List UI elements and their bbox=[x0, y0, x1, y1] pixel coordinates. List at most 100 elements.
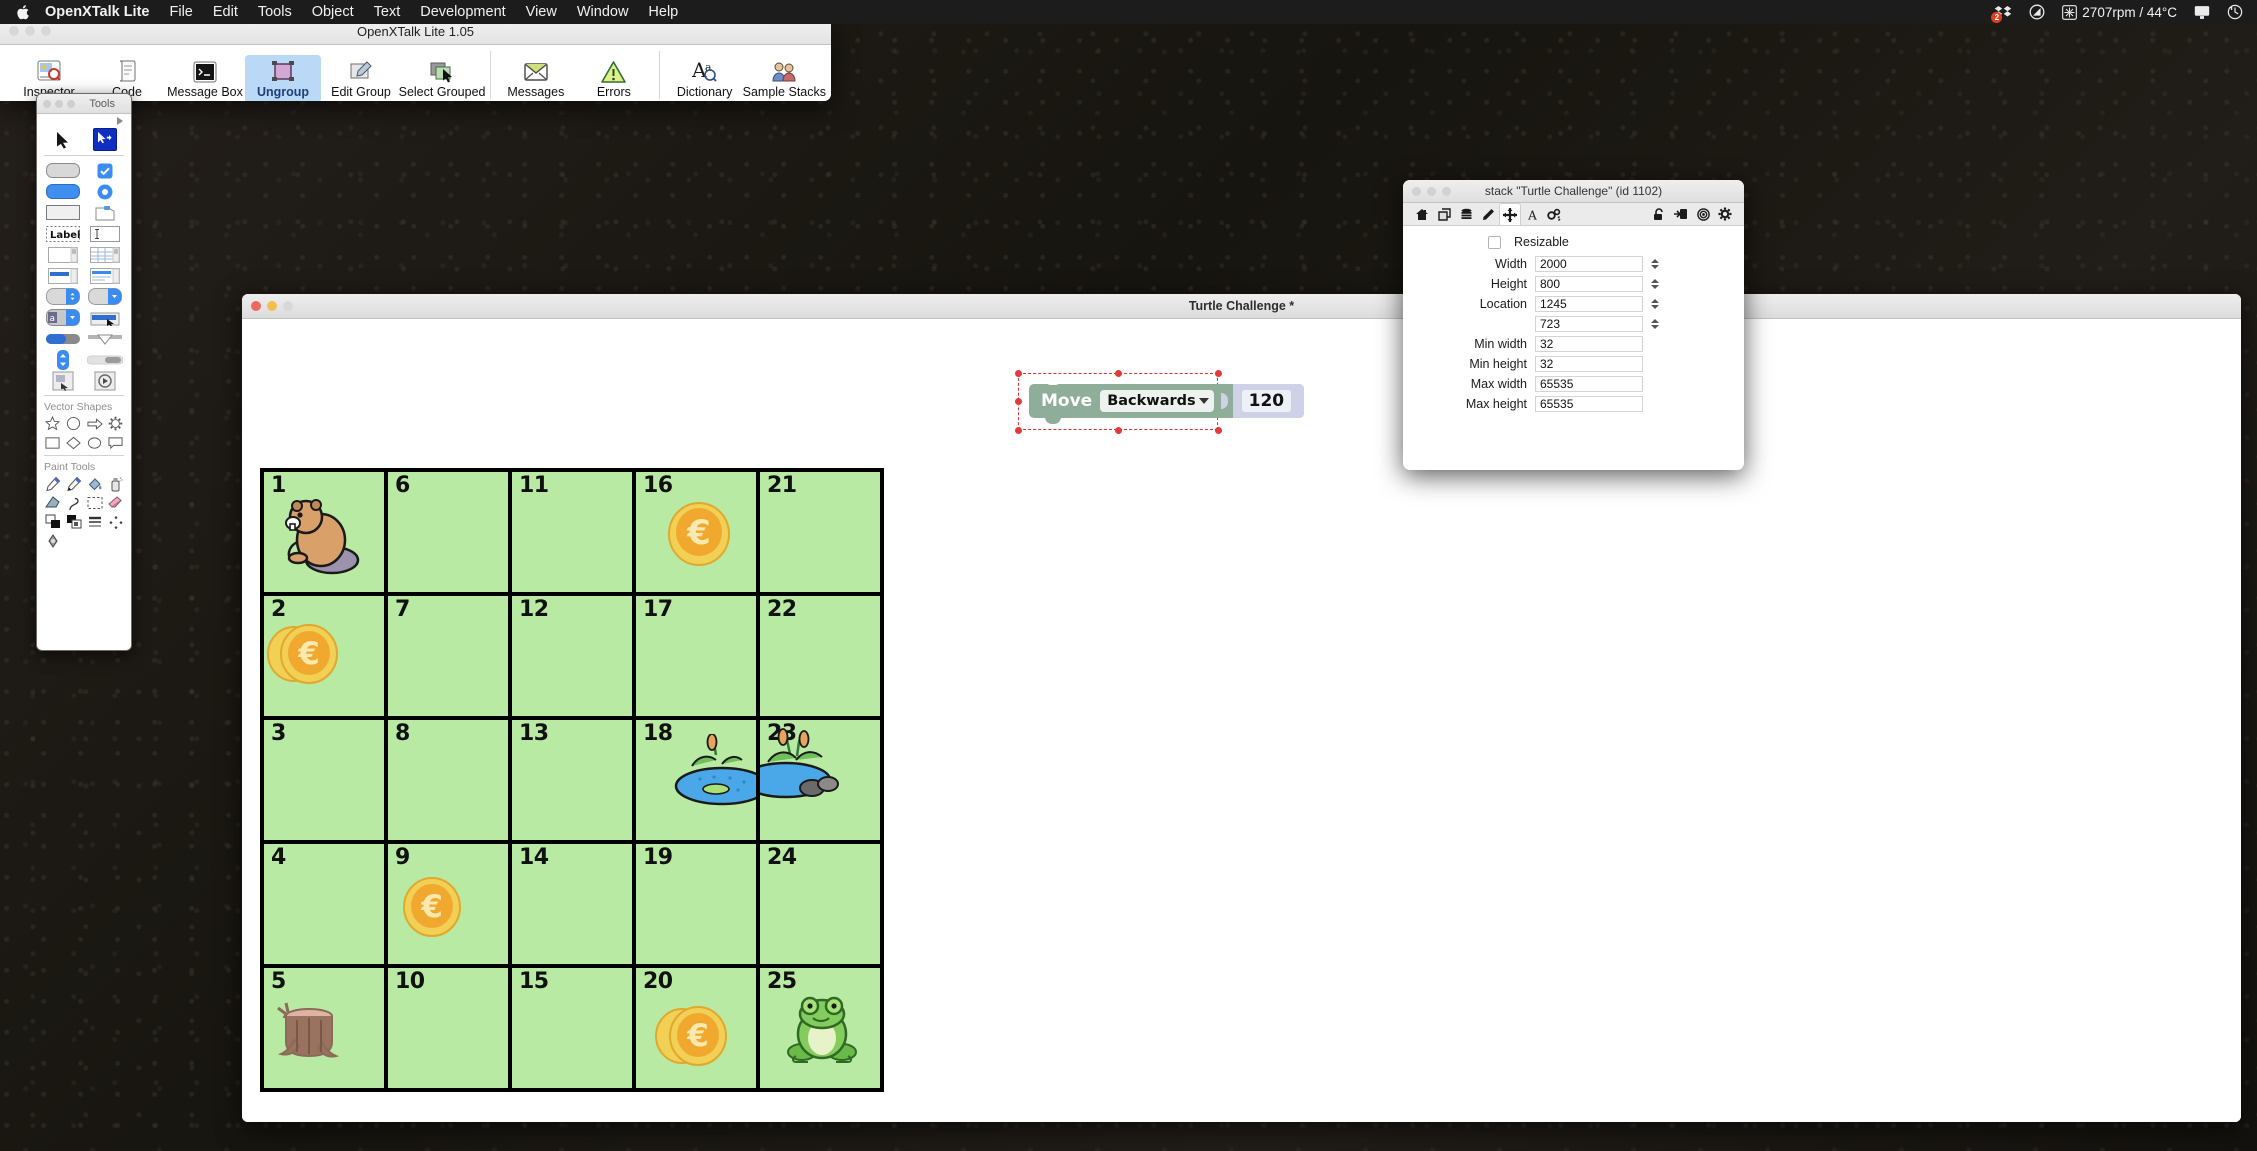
toolbar-button-errors[interactable]: Errors bbox=[576, 55, 652, 101]
block-direction-dropdown[interactable]: Backwards bbox=[1100, 390, 1214, 412]
move-block[interactable]: Move Backwards 120 bbox=[1029, 379, 1305, 424]
checkbox-icon[interactable] bbox=[86, 161, 124, 180]
card-canvas[interactable]: 1 6 11 16 € 21 2 € 7 12 17 22 3 8 13 18 … bbox=[242, 319, 2241, 1122]
eraser-tool-icon[interactable] bbox=[106, 494, 125, 511]
grid-cell-21[interactable]: 21 bbox=[760, 472, 880, 592]
pulldown-menu-icon[interactable] bbox=[86, 329, 124, 348]
label-field-icon[interactable]: Label: bbox=[44, 224, 82, 243]
fan-status[interactable]: 2707rpm / 44°C bbox=[2062, 5, 2177, 20]
menu-item-object[interactable]: Object bbox=[312, 4, 354, 20]
custom-props-tab-icon[interactable] bbox=[1543, 204, 1565, 225]
scrolling-field-icon[interactable] bbox=[44, 245, 82, 264]
line-style-tool-icon[interactable] bbox=[85, 513, 104, 530]
grid-cell-1[interactable]: 1 bbox=[264, 472, 384, 592]
chevron-down-icon[interactable] bbox=[1198, 398, 1209, 404]
pencil-tool-icon[interactable] bbox=[43, 475, 62, 492]
grid-cell-2[interactable]: 2 € bbox=[264, 596, 384, 716]
pointer-arrow-icon[interactable] bbox=[44, 130, 82, 149]
combobox-text-icon[interactable]: a bbox=[44, 308, 82, 327]
toolbar-button-select-grouped[interactable]: Select Grouped bbox=[399, 55, 485, 101]
dropbox-sync-icon[interactable]: 2 bbox=[1991, 5, 2012, 23]
grid-cell-17[interactable]: 17 bbox=[636, 596, 756, 716]
tools-zoom-button[interactable] bbox=[67, 99, 75, 108]
grid-cell-23[interactable]: 23 bbox=[760, 720, 880, 840]
grid-cell-15[interactable]: 15 bbox=[512, 968, 632, 1088]
brush-tool-icon[interactable] bbox=[64, 475, 83, 492]
field-input-max-height[interactable]: 65535 bbox=[1535, 395, 1643, 412]
stepper-height[interactable] bbox=[1649, 275, 1660, 292]
block-amount-slot[interactable]: 120 bbox=[1232, 384, 1305, 418]
tools-expand-row[interactable] bbox=[42, 114, 126, 128]
move-block-selection-wrapper[interactable]: Move Backwards 120 bbox=[1014, 369, 1305, 434]
speech-bubble-shape-icon[interactable] bbox=[106, 434, 125, 451]
display-icon[interactable] bbox=[2194, 5, 2210, 20]
gear-shape-icon[interactable] bbox=[106, 415, 125, 432]
grid-cell-7[interactable]: 7 bbox=[388, 596, 508, 716]
selection-handle-top-center[interactable] bbox=[1114, 369, 1122, 377]
polygon-tool-icon[interactable] bbox=[43, 494, 62, 511]
tools-close-button[interactable] bbox=[43, 99, 51, 108]
square-shape-icon[interactable] bbox=[43, 434, 62, 451]
toolbar-button-message-box[interactable]: Message Box bbox=[167, 55, 243, 101]
grid-cell-9[interactable]: 9 € bbox=[388, 844, 508, 964]
toolbar-button-ungroup[interactable]: Ungroup bbox=[245, 55, 321, 101]
toolbar-button-sample-stacks[interactable]: Sample Stacks bbox=[743, 55, 826, 101]
zoom-button[interactable] bbox=[41, 26, 51, 36]
gradient-tool-icon[interactable] bbox=[43, 532, 62, 549]
unlock-icon[interactable] bbox=[1648, 204, 1670, 225]
oval-shape-icon[interactable] bbox=[85, 434, 104, 451]
tooltip-button-icon[interactable] bbox=[86, 203, 124, 222]
inspector-minimize-button[interactable] bbox=[1427, 186, 1436, 196]
spray-can-tool-icon[interactable] bbox=[106, 475, 125, 492]
inspector-traffic-lights[interactable] bbox=[1403, 186, 1451, 196]
grid-cell-16[interactable]: 16 € bbox=[636, 472, 756, 592]
toolbar-button-messages[interactable]: Messages bbox=[498, 55, 574, 101]
marquee-select-tool-icon[interactable] bbox=[85, 494, 104, 511]
field-input-location-x[interactable]: 1245 bbox=[1535, 295, 1643, 312]
time-machine-icon[interactable] bbox=[2227, 4, 2243, 20]
selection-handle-bottom-center[interactable] bbox=[1114, 426, 1122, 434]
tools-palette-titlebar[interactable]: Tools bbox=[37, 94, 131, 114]
list-field-icon[interactable] bbox=[86, 266, 124, 285]
text-tab-icon[interactable]: A bbox=[1521, 204, 1543, 225]
inspector-zoom-button[interactable] bbox=[1442, 186, 1451, 196]
do-not-disturb-icon[interactable] bbox=[2029, 4, 2045, 20]
selection-handle-bottom-right[interactable] bbox=[1214, 426, 1222, 434]
grid-cell-22[interactable]: 22 bbox=[760, 596, 880, 716]
player-icon[interactable] bbox=[86, 371, 124, 390]
field-input-location-y[interactable]: 723 bbox=[1535, 315, 1643, 332]
pattern-tool-icon[interactable] bbox=[106, 513, 125, 530]
card-zoom-button[interactable] bbox=[283, 301, 293, 311]
menu-item-help[interactable]: Help bbox=[648, 4, 678, 20]
filled-rectangle-tool-icon[interactable] bbox=[64, 513, 83, 530]
gear-icon[interactable] bbox=[1714, 204, 1736, 225]
progress-field-icon[interactable] bbox=[44, 266, 82, 285]
target-icon[interactable] bbox=[1692, 204, 1714, 225]
field-input-max-width[interactable]: 65535 bbox=[1535, 375, 1643, 392]
menu-item-development[interactable]: Development bbox=[420, 4, 505, 20]
menu-item-edit[interactable]: Edit bbox=[213, 4, 238, 20]
database-tab-icon[interactable] bbox=[1455, 204, 1477, 225]
combo-box-icon[interactable] bbox=[44, 287, 82, 306]
pencil-tab-icon[interactable] bbox=[1477, 204, 1499, 225]
toolbar-button-dictionary[interactable]: Aa Dictionary bbox=[667, 55, 743, 101]
stepper-location-x[interactable] bbox=[1649, 295, 1660, 312]
stepper-width[interactable] bbox=[1649, 255, 1660, 272]
grid-cell-3[interactable]: 3 bbox=[264, 720, 384, 840]
toolbar-button-edit-group[interactable]: Edit Group bbox=[323, 55, 399, 101]
selection-handle-middle-left[interactable] bbox=[1014, 398, 1022, 405]
diamond-shape-icon[interactable] bbox=[64, 434, 83, 451]
send-icon[interactable] bbox=[1670, 204, 1692, 225]
track-slider-icon[interactable] bbox=[86, 350, 124, 369]
grid-cell-25[interactable]: 25 bbox=[760, 968, 880, 1088]
field-input-min-height[interactable]: 32 bbox=[1535, 355, 1643, 372]
circle-shape-icon[interactable] bbox=[64, 415, 83, 432]
copy-tab-icon[interactable] bbox=[1433, 204, 1455, 225]
radio-button-icon[interactable] bbox=[86, 182, 124, 201]
menu-item-text[interactable]: Text bbox=[374, 4, 401, 20]
star-shape-icon[interactable] bbox=[43, 415, 62, 432]
card-window-traffic-lights[interactable] bbox=[242, 301, 293, 311]
tab-panel-icon[interactable] bbox=[86, 308, 124, 327]
field-input-width[interactable]: 2000 bbox=[1535, 255, 1643, 272]
text-entry-field-icon[interactable] bbox=[86, 224, 124, 243]
